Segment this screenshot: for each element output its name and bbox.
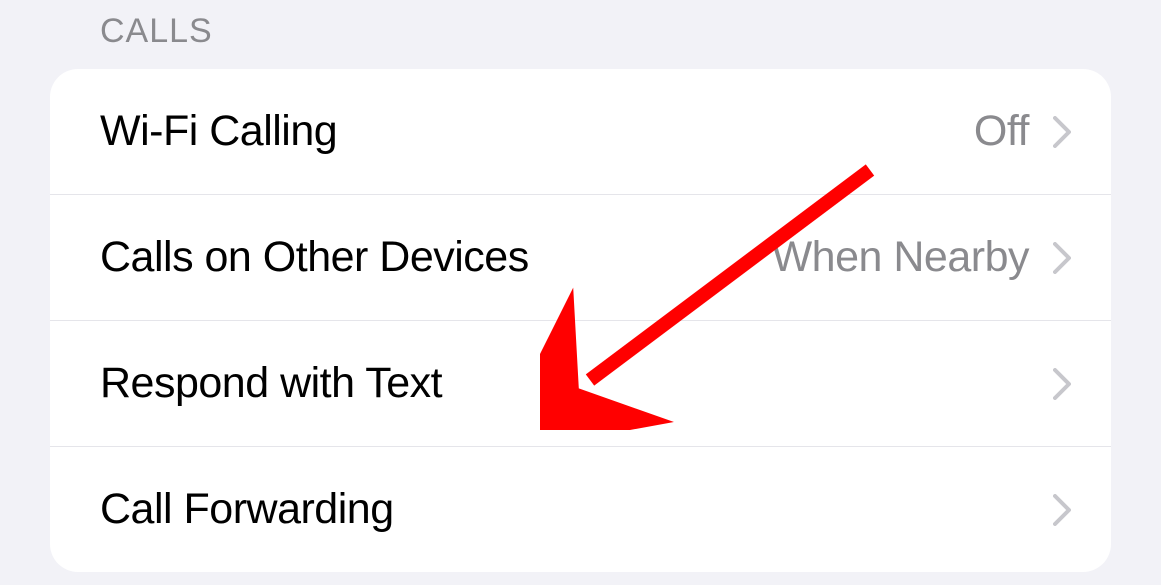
settings-row-call-forwarding[interactable]: Call Forwarding — [50, 447, 1111, 572]
row-label: Respond with Text — [100, 359, 442, 408]
row-right: When Nearby — [772, 233, 1071, 282]
chevron-right-icon — [1053, 368, 1071, 400]
settings-row-respond-with-text[interactable]: Respond with Text — [50, 321, 1111, 447]
settings-row-calls-on-other-devices[interactable]: Calls on Other Devices When Nearby — [50, 195, 1111, 321]
chevron-right-icon — [1053, 116, 1071, 148]
row-value: When Nearby — [772, 233, 1029, 282]
row-right — [1029, 494, 1071, 526]
chevron-right-icon — [1053, 494, 1071, 526]
row-value: Off — [974, 107, 1029, 156]
settings-row-wifi-calling[interactable]: Wi-Fi Calling Off — [50, 69, 1111, 195]
row-right: Off — [974, 107, 1071, 156]
section-header-calls: CALLS — [0, 0, 1161, 69]
row-right — [1029, 368, 1071, 400]
row-label: Wi-Fi Calling — [100, 107, 337, 156]
settings-group-calls: Wi-Fi Calling Off Calls on Other Devices… — [50, 69, 1111, 572]
chevron-right-icon — [1053, 242, 1071, 274]
row-label: Calls on Other Devices — [100, 233, 529, 282]
row-label: Call Forwarding — [100, 485, 394, 534]
